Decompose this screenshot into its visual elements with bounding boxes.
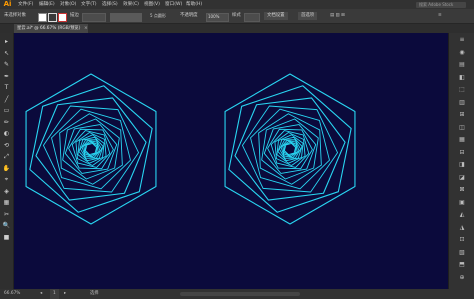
tool-icon[interactable]: ⌖ — [2, 175, 11, 184]
tools-panel: ▸ ↖ ✎ ✒ T ╱ ▭ ✏ ◐ ⟲ ⤢ ✋ ⌖ ◈ ▦ ✂ 🔍 ■ — [0, 33, 14, 289]
zoom-level[interactable]: 66.67% — [4, 289, 20, 299]
brush-definition[interactable]: 5 点圆形 — [150, 12, 166, 20]
panel-icon[interactable]: ▤ — [457, 61, 467, 69]
tool-icon[interactable]: ◐ — [2, 129, 11, 138]
menu-object[interactable]: 对象(O) — [60, 0, 76, 9]
menu-type[interactable]: 文字(T) — [81, 0, 97, 9]
panel-icon[interactable]: ▦ — [457, 136, 467, 144]
panel-icon[interactable]: ⬚ — [457, 86, 467, 94]
menu-file[interactable]: 文件(F) — [18, 0, 33, 9]
panel-icon[interactable]: ≡ — [457, 36, 467, 44]
tool-icon[interactable]: ╱ — [2, 95, 11, 104]
menu-help[interactable]: 帮助(H) — [186, 0, 202, 9]
stroke-label: 描边 — [70, 13, 79, 18]
document-tab[interactable]: 星云.ai* @ 66.67% (RGB/预览) — [14, 24, 88, 33]
panel-icon[interactable]: ◨ — [457, 161, 467, 169]
artboard-number[interactable]: 1 — [50, 289, 59, 299]
tool-icon[interactable]: ▭ — [2, 106, 11, 115]
control-bar: 未选择对象 描边 5 点圆形 不透明度 100% 样式 文档设置 首选项 ▤ ▥… — [0, 9, 474, 24]
tool-icon[interactable]: ▦ — [2, 198, 11, 207]
menu-edit[interactable]: 编辑(E) — [39, 0, 55, 9]
selection-status: 未选择对象 — [4, 13, 26, 18]
panel-icon[interactable]: ⊡ — [457, 236, 467, 244]
next-artboard-icon[interactable]: ▸ — [64, 289, 66, 299]
artboard-canvas[interactable] — [14, 33, 448, 289]
panel-icon[interactable]: ◭ — [457, 211, 467, 219]
color-swatch[interactable] — [58, 12, 67, 22]
panel-icon[interactable]: ⬒ — [457, 261, 467, 269]
panel-icon[interactable]: ▧ — [457, 249, 467, 257]
tool-icon[interactable]: ▸ — [2, 37, 11, 46]
stroke-swatch[interactable] — [48, 12, 57, 22]
align-icon[interactable]: ▤ ▥ ⊞ — [330, 12, 345, 20]
panel-icon[interactable]: ◉ — [457, 49, 467, 57]
tool-icon[interactable]: ✏ — [2, 118, 11, 127]
panel-icon[interactable]: ◧ — [457, 74, 467, 82]
document-setup-button[interactable]: 文档设置 — [264, 12, 288, 20]
panel-icon[interactable]: ▥ — [457, 99, 467, 107]
panel-icon[interactable]: ◪ — [457, 174, 467, 182]
tool-icon[interactable]: ⟲ — [2, 141, 11, 150]
menu-bar: Ai 文件(F) 编辑(E) 对象(O) 文字(T) 选择(S) 效果(C) 视… — [0, 0, 474, 9]
prev-artboard-icon[interactable]: ◂ — [40, 289, 42, 299]
tool-icon[interactable]: 🔍 — [2, 221, 11, 230]
status-mode: 选择 — [90, 291, 99, 296]
horizontal-scrollbar[interactable] — [180, 292, 300, 296]
panel-icon[interactable]: ⊟ — [457, 149, 467, 157]
tool-icon[interactable]: ■ — [2, 233, 11, 242]
tool-icon[interactable]: ✋ — [2, 164, 11, 173]
panel-icon[interactable]: ◫ — [457, 124, 467, 132]
tool-icon[interactable]: ✒ — [2, 72, 11, 81]
panel-options-icon[interactable]: ≡ — [438, 12, 442, 20]
stock-search-input[interactable]: 搜索 Adobe Stock — [416, 1, 466, 8]
panel-icon[interactable]: ⊠ — [457, 186, 467, 194]
tool-icon[interactable]: ⤢ — [2, 152, 11, 161]
tool-icon[interactable]: T — [2, 83, 11, 92]
menu-window[interactable]: 窗口(W) — [165, 0, 182, 9]
stroke-weight-field[interactable] — [82, 12, 106, 22]
status-bar: 66.67% ◂ 1 ▸ 选择 — [0, 289, 474, 299]
tool-icon[interactable]: ✎ — [2, 60, 11, 69]
panel-icon[interactable]: ⊞ — [457, 111, 467, 119]
artwork-svg — [25, 73, 356, 225]
menu-select[interactable]: 选择(S) — [102, 0, 118, 9]
menu-view[interactable]: 视图(V) — [144, 0, 160, 9]
swirl-center — [88, 146, 94, 152]
tool-icon[interactable]: ✂ — [2, 210, 11, 219]
hexagon-swirl-left[interactable] — [25, 73, 157, 225]
style-label: 样式 — [232, 13, 241, 18]
close-icon[interactable]: × — [84, 24, 88, 33]
opacity-label: 不透明度 — [180, 13, 198, 18]
style-picker[interactable] — [244, 12, 260, 22]
variable-width-profile[interactable] — [110, 12, 142, 22]
right-dock-panel: ≡ ◉ ▤ ◧ ⬚ ▥ ⊞ ◫ ▦ ⊟ ◨ ◪ ⊠ ▣ ◭ ◮ ⊡ ▧ ⬒ ⊕ — [448, 33, 474, 289]
panel-icon[interactable]: ▣ — [457, 199, 467, 207]
preferences-button[interactable]: 首选项 — [298, 12, 318, 20]
hexagon-swirl-right[interactable] — [224, 73, 356, 225]
tool-icon[interactable]: ◈ — [2, 187, 11, 196]
opacity-field[interactable]: 100% — [206, 12, 229, 22]
swirl-center — [287, 146, 293, 152]
fill-swatch[interactable] — [38, 12, 47, 22]
app-logo: Ai — [3, 0, 12, 8]
panel-icon[interactable]: ⊕ — [457, 274, 467, 282]
menu-effect[interactable]: 效果(C) — [123, 0, 139, 9]
tool-icon[interactable]: ↖ — [2, 49, 11, 58]
panel-icon[interactable]: ◮ — [457, 224, 467, 232]
